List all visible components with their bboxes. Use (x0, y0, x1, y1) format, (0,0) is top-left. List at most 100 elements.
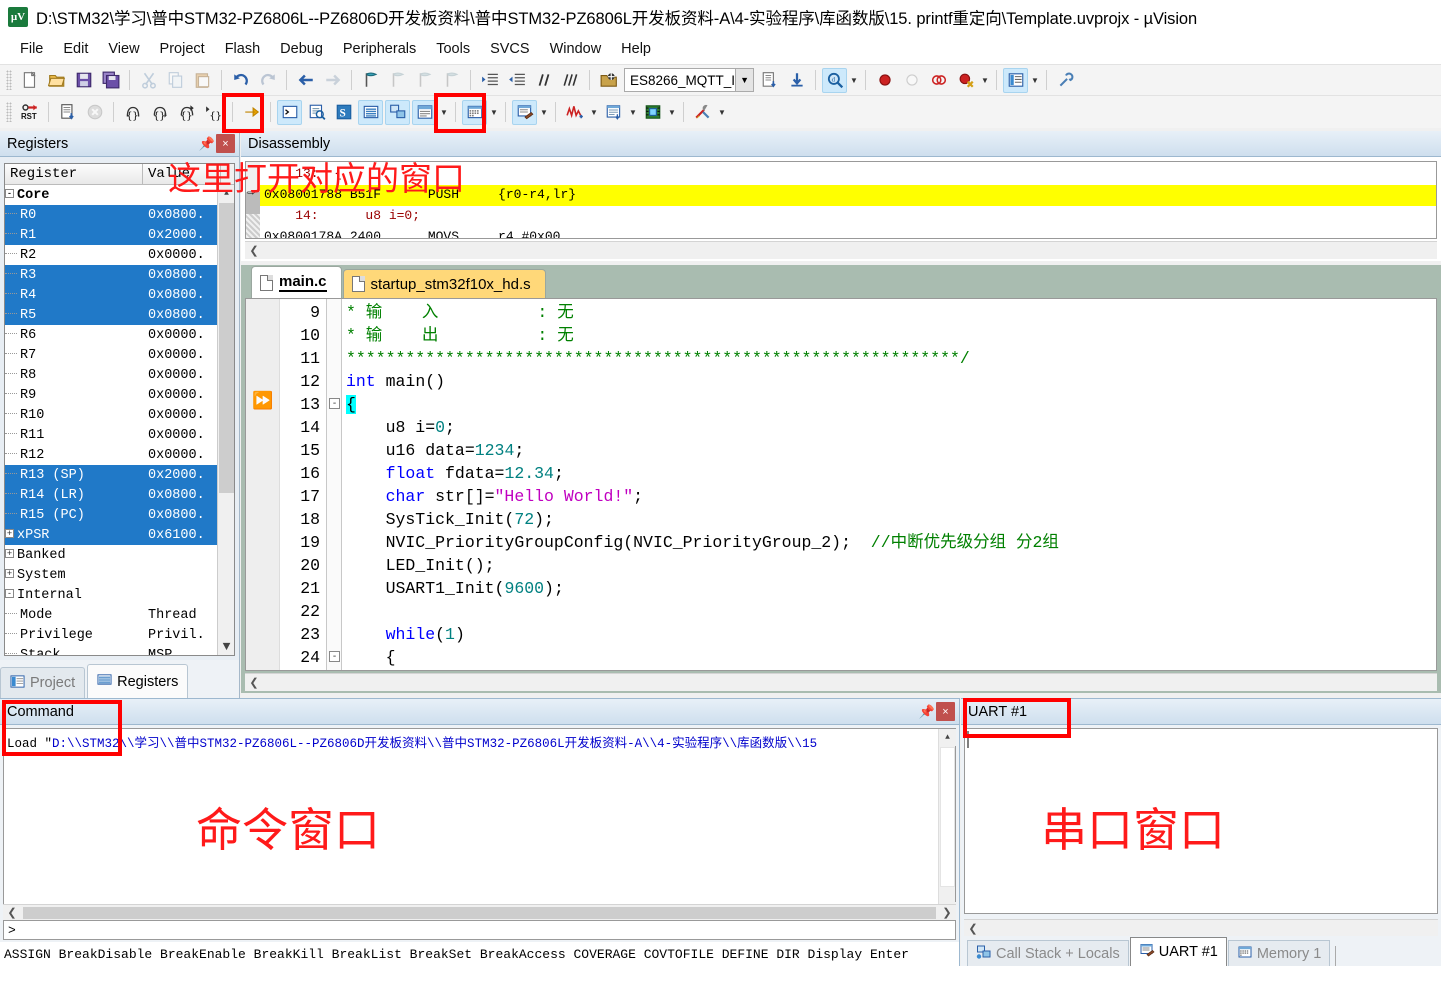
target-select[interactable]: ES8266_MQTT_I ▼ (624, 68, 754, 92)
uncomment-icon[interactable] (558, 68, 583, 93)
scroll-up-icon[interactable]: ▲ (939, 729, 956, 746)
watch-window-icon[interactable] (412, 99, 437, 125)
disassembly-line[interactable]: 14: u8 i=0; (264, 208, 420, 223)
download-icon[interactable] (784, 68, 809, 93)
redo-icon[interactable] (255, 68, 280, 93)
open-file-icon[interactable] (44, 68, 69, 93)
chevron-down-icon[interactable]: ▼ (716, 100, 728, 125)
register-row[interactable]: R1 0x2000. (5, 225, 234, 245)
register-row[interactable]: R0 0x0800. (5, 205, 234, 225)
bookmark-clear-icon[interactable] (439, 68, 464, 93)
editor-code-line[interactable]: * 输 入 : 无 (346, 301, 574, 324)
chevron-down-icon[interactable]: ▼ (488, 100, 500, 125)
pin-icon[interactable]: 📌 (918, 702, 936, 722)
menu-edit[interactable]: Edit (53, 38, 98, 60)
tab-uart-1[interactable]: UART #1 (1129, 937, 1227, 966)
register-row[interactable]: R10 0x0000. (5, 405, 234, 425)
register-row[interactable]: R9 0x0000. (5, 385, 234, 405)
register-row[interactable]: + xPSR 0x6100. (5, 525, 234, 545)
scroll-left-icon[interactable]: ❮ (245, 242, 263, 259)
scrollbar-thumb[interactable] (940, 747, 955, 887)
bookmark-next-icon[interactable] (412, 68, 437, 93)
navigate-forward-icon[interactable] (320, 68, 345, 93)
disassembly-hscrollbar[interactable]: ❮ (245, 241, 1437, 259)
fold-toggle-icon[interactable]: - (329, 398, 340, 409)
editor-marker-column[interactable]: ⏩ (246, 299, 280, 670)
step-icon[interactable]: {} (120, 100, 145, 125)
register-row[interactable]: + Banked (5, 545, 234, 565)
close-icon[interactable]: × (216, 134, 235, 153)
scroll-left-icon[interactable]: ❮ (245, 674, 263, 691)
register-row[interactable]: - Core (5, 185, 234, 205)
register-row[interactable]: R3 0x0800. (5, 265, 234, 285)
toolbox-icon[interactable] (690, 100, 715, 125)
outdent-icon[interactable] (504, 68, 529, 93)
breakpoint-disable-all-icon[interactable] (926, 68, 951, 93)
reset-cpu-icon[interactable]: RST (17, 100, 42, 125)
editor-tab-main-c[interactable]: main.c (251, 266, 342, 298)
breakpoint-toggle-icon[interactable] (899, 68, 924, 93)
manage-components-icon[interactable] (1003, 67, 1028, 93)
register-row[interactable]: R6 0x0000. (5, 325, 234, 345)
symbols-window-icon[interactable]: S (331, 100, 356, 125)
chevron-down-icon[interactable]: ▼ (979, 68, 991, 93)
menu-file[interactable]: File (10, 38, 53, 60)
editor-code-line[interactable]: { (346, 393, 356, 416)
register-row[interactable]: R14 (LR) 0x0800. (5, 485, 234, 505)
tab-call-stack-locals[interactable]: Call Stack + Locals (967, 940, 1129, 966)
editor-code-line[interactable]: int main() (346, 370, 445, 393)
save-icon[interactable] (71, 68, 96, 93)
toolbar-grip[interactable] (6, 102, 12, 122)
collapse-toggle-icon[interactable]: - (5, 589, 14, 599)
serial-window-icon[interactable] (512, 99, 537, 125)
registers-tree[interactable]: Register Value - Core R0 0x0800. R1 0x2000. R2… (4, 163, 235, 656)
command-input[interactable]: > (3, 920, 956, 940)
register-row[interactable]: R8 0x0000. (5, 365, 234, 385)
register-row[interactable]: + System (5, 565, 234, 585)
editor-code-line[interactable]: char str[]="Hello World!"; (346, 485, 643, 508)
expand-toggle-icon[interactable]: + (5, 569, 14, 579)
target-options-icon[interactable] (596, 68, 621, 93)
chevron-down-icon[interactable]: ▼ (627, 100, 639, 125)
tab-memory-1[interactable]: Memory 1 (1227, 940, 1331, 966)
scroll-right-icon[interactable]: ❯ (938, 904, 956, 921)
new-file-icon[interactable] (17, 68, 42, 93)
column-header-value[interactable]: Value (143, 164, 221, 184)
command-output[interactable]: Load "D:\\STM32\\学习\\普中STM32-PZ6806L--PZ… (3, 728, 956, 920)
expand-toggle-icon[interactable]: + (5, 549, 14, 559)
menu-tools[interactable]: Tools (426, 38, 480, 60)
memory-window-icon[interactable] (462, 99, 487, 125)
command-vertical-scrollbar[interactable]: ▲ ▼ (938, 729, 956, 919)
uart-hscrollbar[interactable]: ❮ (964, 919, 1438, 936)
editor-code-line[interactable]: while(1) (346, 623, 465, 646)
chevron-down-icon[interactable]: ▼ (666, 100, 678, 125)
registers-window-icon[interactable] (358, 99, 383, 125)
menu-svcs[interactable]: SVCS (480, 38, 540, 60)
bookmark-toggle-icon[interactable] (358, 68, 383, 93)
navigate-back-icon[interactable] (293, 68, 318, 93)
editor-code-line[interactable]: USART1_Init(9600); (346, 577, 564, 600)
editor-code-line[interactable]: LED_Init(); (346, 554, 495, 577)
menu-debug[interactable]: Debug (270, 38, 333, 60)
editor-code-line[interactable]: SysTick_Init(72); (346, 508, 554, 531)
scroll-left-icon[interactable]: ❮ (3, 904, 21, 921)
cut-icon[interactable] (136, 68, 161, 93)
code-editor[interactable]: ⏩ 9 10 11 12 13 14 15 16 17 18 19 20 21 22 23 24 -- * 输… (245, 298, 1437, 671)
register-row[interactable]: R2 0x0000. (5, 245, 234, 265)
chevron-down-icon[interactable]: ▼ (588, 100, 600, 125)
scrollbar-thumb[interactable] (23, 906, 936, 919)
trace-window-icon[interactable] (601, 100, 626, 125)
editor-tab-startup-s[interactable]: startup_stm32f10x_hd.s (342, 269, 546, 298)
register-row[interactable]: R13 (SP) 0x2000. (5, 465, 234, 485)
uart-output[interactable] (964, 728, 1438, 914)
register-row[interactable]: Privilege Privil. (5, 625, 234, 645)
collapse-toggle-icon[interactable]: - (5, 189, 14, 199)
step-over-icon[interactable]: {} (147, 100, 172, 125)
chevron-down-icon[interactable]: ▼ (1029, 68, 1041, 93)
disassembly-body[interactable]: 13: {0x08001788 B51F PUSH {r0-r4,lr} 14:… (245, 161, 1437, 239)
registers-vertical-scrollbar[interactable]: ▲ ▼ (217, 185, 234, 655)
fold-toggle-icon[interactable]: - (329, 651, 340, 662)
editor-code-line[interactable]: u8 i=0; (346, 416, 455, 439)
system-viewer-icon[interactable] (640, 100, 665, 125)
chevron-down-icon[interactable]: ▼ (735, 69, 753, 91)
